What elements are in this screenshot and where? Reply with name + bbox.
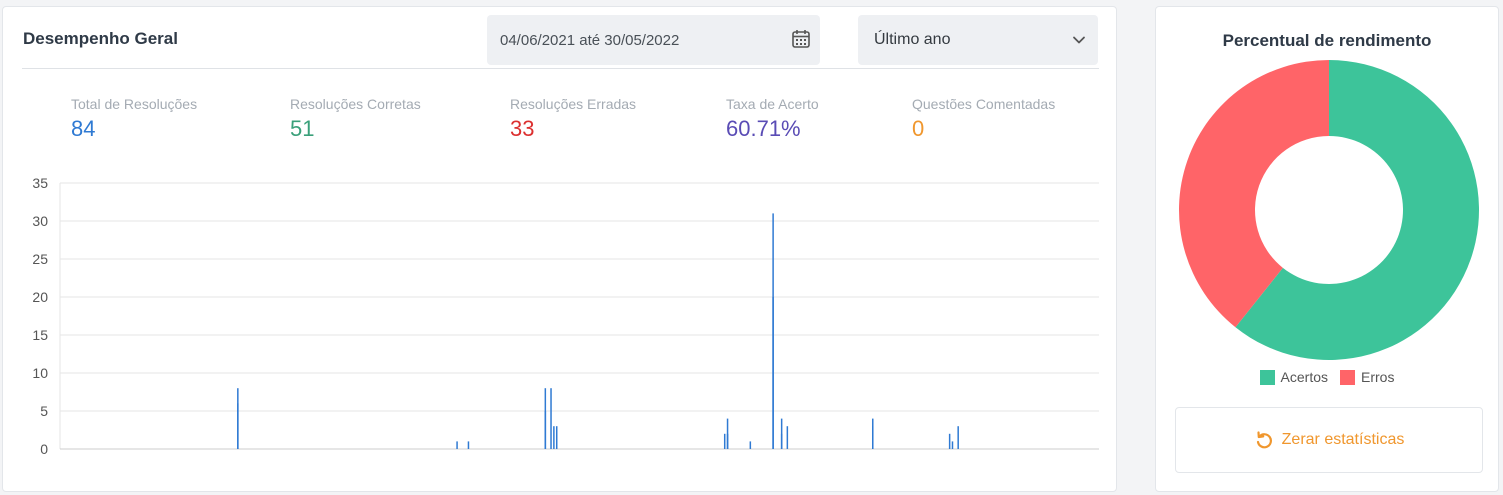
chart-bar[interactable] <box>467 441 470 449</box>
calendar-icon[interactable] <box>790 28 812 50</box>
stat-accuracy-rate: Taxa de Acerto 60.71% <box>726 96 819 142</box>
chart-bar[interactable] <box>726 433 729 449</box>
performance-card: Desempenho Geral 04/06/2021 até 30/05/20… <box>2 6 1117 492</box>
reset-statistics-button[interactable]: Zerar estatísticas <box>1175 407 1483 473</box>
stat-value: 33 <box>510 116 535 141</box>
chart-bar[interactable] <box>780 433 783 449</box>
stat-total-resolutions: Total de Resoluções 84 <box>71 96 197 142</box>
y-tick-label: 5 <box>40 403 48 419</box>
chevron-down-icon <box>1073 36 1085 44</box>
y-tick-label: 30 <box>32 213 48 229</box>
chart-bar[interactable] <box>550 388 552 449</box>
reset-statistics-label: Zerar estatísticas <box>1281 431 1405 448</box>
date-range-field[interactable]: 04/06/2021 até 30/05/2022 <box>487 15 820 65</box>
legend-item-erros[interactable]: Erros <box>1340 369 1394 385</box>
period-select[interactable]: Último ano <box>858 15 1098 65</box>
stat-correct-resolutions: Resoluções Corretas 51 <box>290 96 421 142</box>
legend-label: Acertos <box>1280 369 1328 385</box>
stat-value: 84 <box>71 116 96 141</box>
chart-bar[interactable] <box>749 441 752 449</box>
chart-bar[interactable] <box>723 433 726 449</box>
y-tick-label: 35 <box>32 175 48 191</box>
percent-card: Percentual de rendimento Acertos Erros Z… <box>1155 6 1499 492</box>
chart-bar[interactable] <box>237 403 239 449</box>
y-tick-label: 15 <box>32 327 48 343</box>
date-range-value: 04/06/2021 até 30/05/2022 <box>500 32 680 49</box>
legend-item-acertos[interactable]: Acertos <box>1259 369 1328 385</box>
legend-swatch <box>1259 369 1275 385</box>
stat-wrong-resolutions: Resoluções Erradas 33 <box>510 96 636 142</box>
legend-label: Erros <box>1361 369 1395 385</box>
chart-bar[interactable] <box>555 426 558 449</box>
chart-bar[interactable] <box>872 426 874 449</box>
stat-label: Questões Comentadas <box>912 96 1056 112</box>
chart-bar[interactable] <box>957 426 959 449</box>
chart-bar[interactable] <box>456 441 458 449</box>
stat-value: 0 <box>912 116 925 141</box>
stat-label: Taxa de Acerto <box>726 96 819 112</box>
chart-bar[interactable] <box>948 433 951 449</box>
y-tick-label: 20 <box>32 289 48 305</box>
percent-title: Percentual de rendimento <box>1222 31 1432 50</box>
resolutions-bar-chart: 0 5 10 15 20 25 30 35 <box>32 175 1099 457</box>
chart-bar[interactable] <box>544 411 547 449</box>
stat-label: Total de Resoluções <box>71 96 198 112</box>
header-divider <box>22 68 1099 69</box>
chart-bar[interactable] <box>786 426 789 449</box>
stat-value: 51 <box>290 116 315 141</box>
chart-bar[interactable] <box>772 297 774 449</box>
stat-value: 60.71% <box>726 116 801 141</box>
performance-donut-chart <box>1179 60 1479 361</box>
donut-legend: Acertos Erros <box>1156 369 1498 385</box>
stat-commented-questions: Questões Comentadas 0 <box>912 96 1055 142</box>
undo-icon <box>1256 431 1272 449</box>
chart-bar[interactable] <box>553 426 555 449</box>
period-select-value: Último ano <box>874 31 951 48</box>
chart-bar[interactable] <box>951 441 954 449</box>
stat-label: Resoluções Erradas <box>510 96 637 112</box>
performance-title: Desempenho Geral <box>23 29 178 48</box>
stat-label: Resoluções Corretas <box>290 96 421 112</box>
y-tick-label: 0 <box>40 441 48 457</box>
legend-swatch <box>1340 369 1355 385</box>
y-tick-label: 25 <box>32 251 48 267</box>
y-tick-label: 10 <box>32 365 48 381</box>
